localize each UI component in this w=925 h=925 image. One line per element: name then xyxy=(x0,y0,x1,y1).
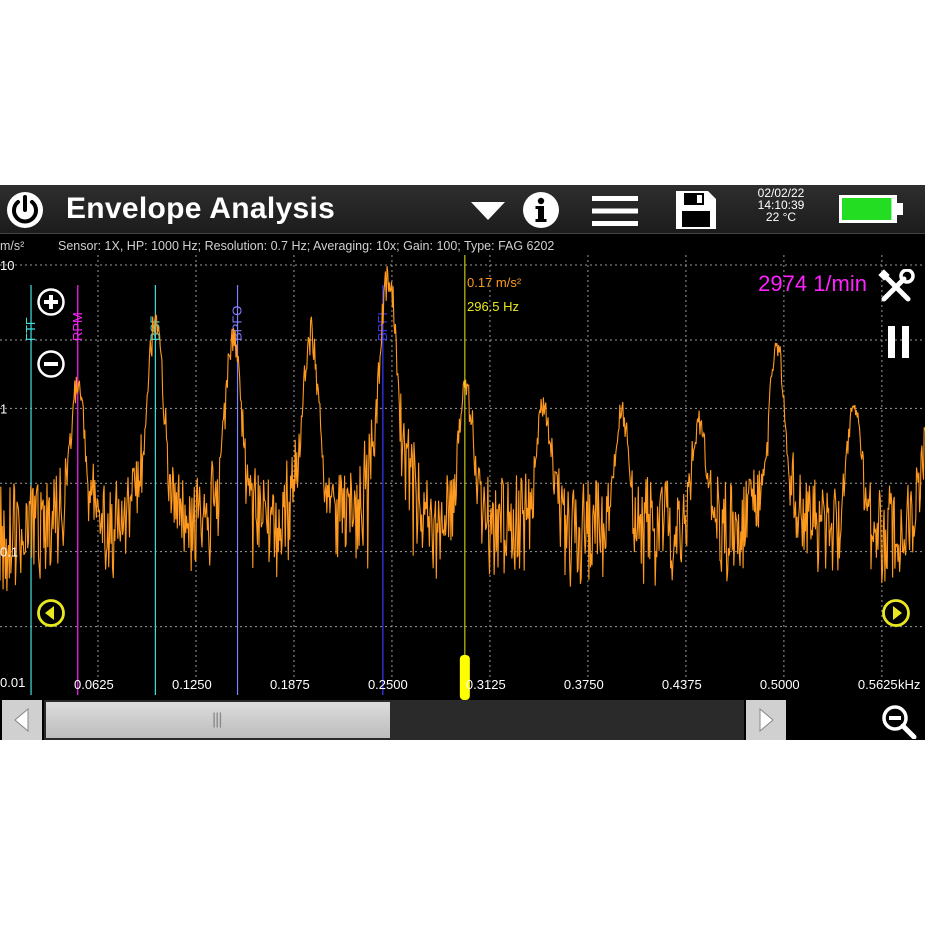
info-icon[interactable] xyxy=(522,191,560,229)
x-tick-label: 0.1875 xyxy=(270,677,310,692)
y-tick-label: 0.01 xyxy=(0,675,25,690)
right-circle-icon[interactable] xyxy=(881,598,911,628)
y-tick-label: 0.1 xyxy=(0,545,18,560)
arrow-left-icon xyxy=(14,707,29,733)
cursor-amplitude: 0.17 m/s² xyxy=(467,275,522,290)
x-tick-label: 0.3125 xyxy=(466,677,506,692)
triangle-down-icon[interactable] xyxy=(470,201,506,221)
temperature-text: 22 °C xyxy=(765,210,797,224)
chart-grid xyxy=(0,255,925,685)
x-tick-label: 0.4375 xyxy=(662,677,702,692)
left-circle-icon[interactable] xyxy=(36,598,66,628)
x-tick-label: 0.0625 xyxy=(74,677,114,692)
measurement-params: Sensor: 1X, HP: 1000 Hz; Resolution: 0.7… xyxy=(58,239,555,253)
x-tick-label: 0.2500 xyxy=(368,677,408,692)
x-axis-unit: kHz xyxy=(898,677,920,692)
marker-label-ftf: FTF xyxy=(23,317,38,341)
scroll-right-button[interactable] xyxy=(746,700,786,740)
minus-circle-icon[interactable] xyxy=(36,349,66,379)
marker-label-rpm: RPM xyxy=(70,312,85,341)
tools-icon[interactable] xyxy=(878,269,918,305)
info-bar: m/s² Sensor: 1X, HP: 1000 Hz; Resolution… xyxy=(0,237,925,255)
zoom-out-icon[interactable] xyxy=(880,703,918,739)
x-tick-label: 0.5625 xyxy=(858,677,898,692)
x-tick-label: 0.5000 xyxy=(760,677,800,692)
spectrum-trace xyxy=(0,266,925,592)
x-tick-label: 0.3750 xyxy=(564,677,604,692)
scrollbar-track[interactable]: ||| xyxy=(44,700,744,740)
spectrum-chart: FTF RPM BSF BPFO BPFI1010.10.01 0.0625 0.1250 0… xyxy=(0,255,925,700)
speed-readout: 2974 1/min xyxy=(758,271,867,296)
bottom-bar: ||| xyxy=(0,700,925,740)
hamburger-menu-icon[interactable] xyxy=(592,195,638,227)
title-bar: Envelope Analysis 02/02/22 14:10:39 22 °… xyxy=(0,185,925,234)
arrow-right-icon xyxy=(759,707,774,733)
cursor-frequency: 296.5 Hz xyxy=(467,299,520,314)
unit-label: m/s² xyxy=(0,239,25,253)
scroll-grip: ||| xyxy=(212,711,223,728)
pause-icon[interactable] xyxy=(886,325,912,359)
spectrum-plot[interactable]: FTF RPM BSF BPFO BPFI 10 1 0.1 0.01 0.0625 0.1250 0… xyxy=(0,255,925,700)
device-screen: Envelope Analysis 02/02/22 14:10:39 22 °… xyxy=(0,185,925,740)
scroll-left-button[interactable] xyxy=(2,700,42,740)
power-icon[interactable] xyxy=(6,191,44,229)
floppy-disk-icon[interactable] xyxy=(674,189,718,231)
y-tick-label: 10 xyxy=(0,258,14,273)
plus-circle-icon[interactable] xyxy=(36,287,66,317)
y-tick-label: 1 xyxy=(0,401,7,416)
x-tick-label: 0.1250 xyxy=(172,677,212,692)
battery-icon xyxy=(839,195,903,223)
page-title: Envelope Analysis xyxy=(66,192,336,225)
scrollbar-thumb[interactable]: ||| xyxy=(46,702,390,738)
